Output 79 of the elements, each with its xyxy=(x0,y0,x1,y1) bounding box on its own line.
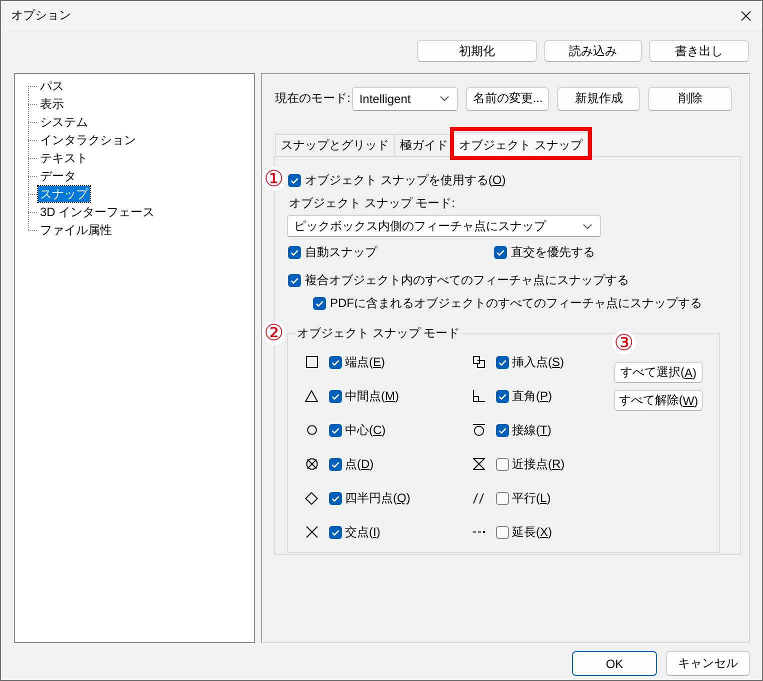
crossed-circle-icon xyxy=(306,458,318,470)
action-button[interactable]: 削除 xyxy=(648,86,732,110)
parallel-lines-icon xyxy=(473,492,484,504)
checkbox-label[interactable]: 端点(E) xyxy=(345,354,386,370)
checkbox-label[interactable]: PDFに含まれるオブジェクトのすべてのフィーチャ点にスナップする xyxy=(330,295,702,311)
checkbox[interactable] xyxy=(496,390,509,402)
action-button[interactable]: 新規作成 xyxy=(557,86,640,110)
chevron-down-icon xyxy=(583,224,592,228)
callout-number: ② xyxy=(262,321,286,345)
checkbox-label[interactable]: 四半円点(Q) xyxy=(345,490,410,506)
tab[interactable]: オブジェクト スナップ xyxy=(453,132,588,157)
checkbox-label[interactable]: 中心(C) xyxy=(345,422,386,438)
checkbox-label[interactable]: 自動スナップ xyxy=(305,244,377,260)
square-icon xyxy=(306,356,318,368)
checkbox-label[interactable]: 中間点(M) xyxy=(345,388,399,404)
mode-dropdown[interactable]: Intelligent xyxy=(352,86,458,110)
overlapping-squares-icon xyxy=(472,356,484,368)
checkbox[interactable] xyxy=(496,458,509,470)
checkbox[interactable] xyxy=(329,390,342,402)
checkbox[interactable] xyxy=(496,492,509,504)
window-title: オプション xyxy=(11,7,71,24)
checkbox-label[interactable]: 挿入点(S) xyxy=(512,354,564,370)
checkbox[interactable] xyxy=(494,246,507,258)
tree-item[interactable]: システム xyxy=(38,114,90,130)
group-title: オブジェクト スナップ モード xyxy=(296,325,461,341)
checkbox[interactable] xyxy=(288,274,301,286)
action-button[interactable]: 書き出し xyxy=(649,40,749,62)
checkbox[interactable] xyxy=(496,526,509,538)
callout-number: ③ xyxy=(612,331,636,355)
tab[interactable]: スナップとグリッド xyxy=(275,134,395,156)
checkbox[interactable] xyxy=(288,246,301,258)
tangent-circle-icon xyxy=(472,424,484,436)
tree-item[interactable]: 3D インターフェース xyxy=(38,204,157,220)
checkbox[interactable] xyxy=(329,492,342,504)
tree-item[interactable]: スナップ xyxy=(38,186,90,202)
checkbox[interactable] xyxy=(329,424,342,436)
action-button[interactable]: すべて選択(A) xyxy=(614,362,703,383)
dialog-button[interactable]: キャンセル xyxy=(666,651,750,676)
tree-item[interactable]: テキスト xyxy=(38,150,90,166)
checkbox[interactable] xyxy=(329,526,342,538)
checkbox-label[interactable]: 延長(X) xyxy=(512,524,552,540)
checkbox-label[interactable]: 近接点(R) xyxy=(512,456,565,472)
checkbox[interactable] xyxy=(329,356,342,368)
checkbox-label[interactable]: 点(D) xyxy=(345,456,374,472)
checkbox-label[interactable]: 平行(L) xyxy=(512,490,551,506)
callout-number: ① xyxy=(262,167,286,191)
checkbox[interactable] xyxy=(288,174,301,186)
checkbox-label[interactable]: オブジェクト スナップを使用する(O) xyxy=(305,172,506,188)
checkbox[interactable] xyxy=(496,424,509,436)
dialog-button[interactable]: OK xyxy=(572,651,657,676)
cross-icon xyxy=(306,526,318,538)
chevron-down-icon xyxy=(440,96,450,101)
tree-item[interactable]: パス xyxy=(38,78,66,94)
checkbox[interactable] xyxy=(313,296,326,310)
action-button[interactable]: 読み込み xyxy=(544,40,642,62)
checkbox-label[interactable]: 直交を優先する xyxy=(511,244,595,260)
circle-icon xyxy=(306,425,316,435)
mode-label: 現在のモード: xyxy=(275,90,350,107)
checkbox-label[interactable]: 接線(T) xyxy=(512,422,552,438)
action-button[interactable]: 初期化 xyxy=(417,40,537,62)
tree-item[interactable]: ファイル属性 xyxy=(38,222,114,238)
dashed-line-icon xyxy=(472,531,484,533)
right-angle-icon xyxy=(472,390,484,402)
checkbox-label[interactable]: 直角(P) xyxy=(512,388,552,404)
tree-item[interactable]: 表示 xyxy=(38,96,66,112)
checkbox[interactable] xyxy=(329,458,342,470)
checkbox-label[interactable]: 交点(I) xyxy=(345,524,380,540)
triangle-icon xyxy=(305,390,318,402)
snap-mode-dropdown[interactable]: ピックボックス内側のフィーチャ点にスナップ xyxy=(287,215,601,237)
close-icon[interactable] xyxy=(741,10,751,20)
tree-item[interactable]: データ xyxy=(38,168,78,184)
hourglass-icon xyxy=(472,458,484,470)
checkbox-label[interactable]: 複合オブジェクト内のすべてのフィーチャ点にスナップする xyxy=(305,272,629,288)
checkbox[interactable] xyxy=(496,356,509,368)
action-button[interactable]: すべて解除(W) xyxy=(614,390,703,411)
tree-item[interactable]: インタラクション xyxy=(38,132,138,148)
diamond-icon xyxy=(305,492,318,504)
action-button[interactable]: 名前の変更... xyxy=(466,86,550,110)
field-label: オブジェクト スナップ モード: xyxy=(289,195,456,211)
